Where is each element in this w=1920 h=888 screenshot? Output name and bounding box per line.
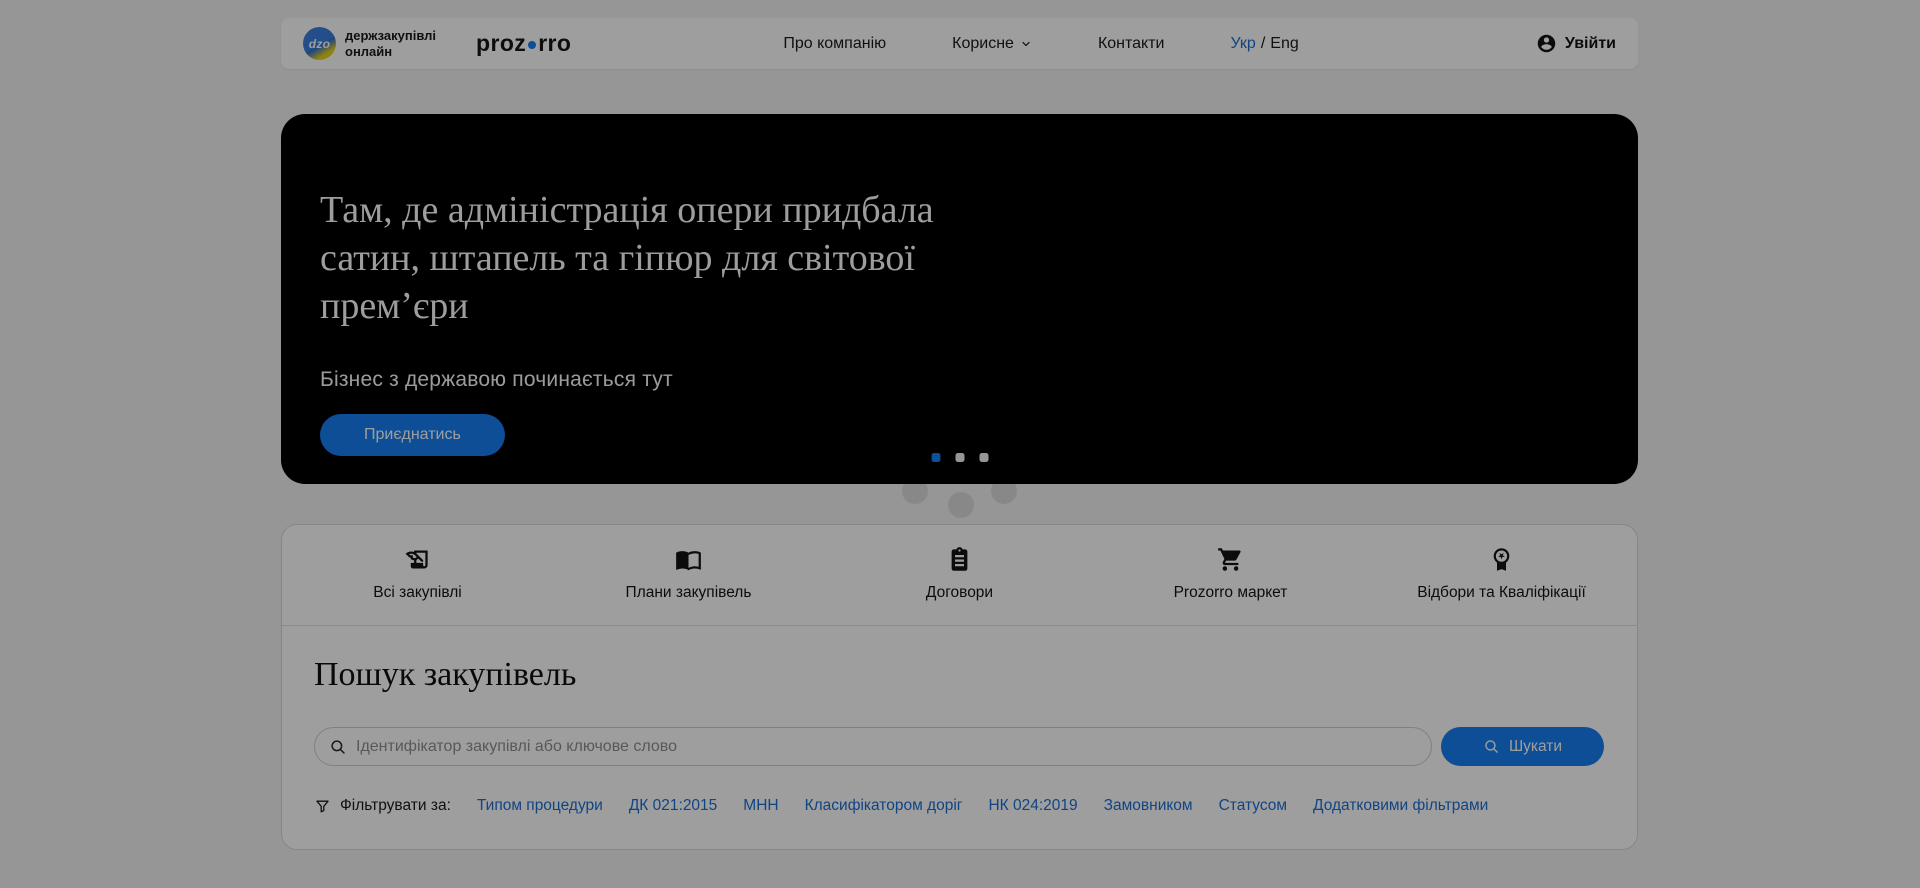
loading-overlay	[0, 0, 1920, 888]
